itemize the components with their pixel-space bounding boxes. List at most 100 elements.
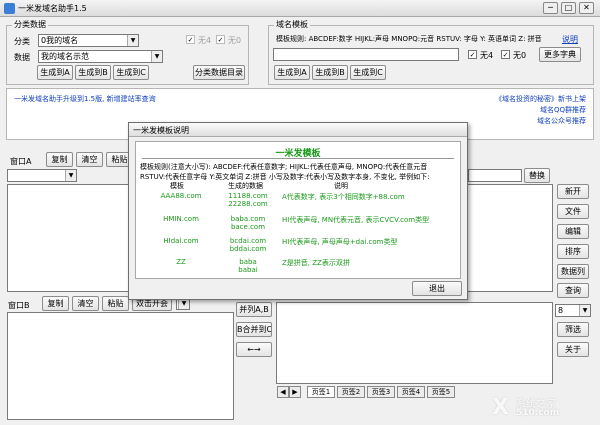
data-column-button[interactable]: 数据列 xyxy=(557,264,589,279)
template-group-label: 域名模板 xyxy=(274,19,310,30)
file-button[interactable]: 文件 xyxy=(557,204,589,219)
window-a-copy-button[interactable]: 复制 xyxy=(46,152,73,167)
row-template: HIdai.com xyxy=(163,237,199,245)
sort-button[interactable]: 排序 xyxy=(557,244,589,259)
news-wechat-link[interactable]: 域名公众号推荐 xyxy=(537,116,586,126)
row-desc: A代表数字, 表示3个相同数字+88.com xyxy=(282,193,405,201)
cat-gen-c-button[interactable]: 生成到C xyxy=(113,65,149,80)
checkbox-none0-tpl-label: 无0 xyxy=(513,51,527,60)
data-label: 数据 xyxy=(14,53,30,62)
merge-ab-button[interactable]: 并列A,B xyxy=(236,302,272,317)
window-b-label: 窗口B xyxy=(8,301,30,310)
checkbox-none0-cat-label: 无0 xyxy=(228,36,242,45)
checkbox-none0-cat[interactable]: ✓ xyxy=(216,35,225,44)
window-title: 一米发域名助手1.5 xyxy=(18,4,87,13)
minimize-button[interactable]: ─ xyxy=(543,2,558,14)
window-a-label: 窗口A xyxy=(10,157,32,166)
dialog-title-bar: 一米发模板说明 xyxy=(129,123,467,137)
tab-prev-button[interactable]: ◀ xyxy=(277,386,289,398)
row-template: HMIN.com xyxy=(163,215,199,223)
dialog-title: 一米发模板说明 xyxy=(133,126,189,135)
tab-4[interactable]: 页签4 xyxy=(397,386,425,398)
row-desc: Z是拼音, ZZ表示双拼 xyxy=(282,259,350,267)
cat-gen-a-button[interactable]: 生成到A xyxy=(37,65,73,80)
data-value: 我的域名示范 xyxy=(41,52,89,61)
category-label: 分类 xyxy=(14,37,30,46)
dialog-divider xyxy=(142,158,454,159)
watermark-x-mark: X xyxy=(492,395,509,420)
category-select[interactable]: 0我的域名 ▼ xyxy=(38,34,139,47)
app-icon xyxy=(4,3,15,14)
watermark-sub: 510.com xyxy=(516,408,560,418)
chevron-down-icon[interactable]: ▼ xyxy=(127,35,138,46)
tab-1[interactable]: 页签1 xyxy=(307,386,335,398)
more-dictionary-button[interactable]: 更多字典 xyxy=(539,47,581,62)
window-b-textarea[interactable] xyxy=(7,312,234,420)
edit-button[interactable]: 编辑 xyxy=(557,224,589,239)
col-generated-header: 生成的数据 xyxy=(228,182,263,190)
news-left-link[interactable]: 一米发域名助手升级到1.5版, 新增建站率查询 xyxy=(14,94,156,104)
checkbox-none4-cat-label: 无4 xyxy=(198,36,212,45)
news-qq-link[interactable]: 域名QQ群推荐 xyxy=(540,105,586,115)
title-bar: 一米发域名助手1.5 ─ □ ✕ xyxy=(0,0,600,17)
row-data2: bace.com xyxy=(230,223,266,231)
template-help-dialog: 一米发模板说明 一米发模板 模板规则(注意大小写): ABCDEF:代表任意数字… xyxy=(128,122,468,300)
tpl-gen-b-button[interactable]: 生成到B xyxy=(312,65,348,80)
row-data2: bddai.com xyxy=(229,245,267,253)
tab-next-button[interactable]: ▶ xyxy=(289,386,301,398)
tab-3[interactable]: 页签3 xyxy=(367,386,395,398)
tpl-gen-a-button[interactable]: 生成到A xyxy=(274,65,310,80)
count-value: 8 xyxy=(558,306,564,315)
cat-gen-b-button[interactable]: 生成到B xyxy=(75,65,111,80)
maximize-button[interactable]: □ xyxy=(561,2,576,14)
checkbox-none0-tpl[interactable]: ✓ xyxy=(501,50,510,59)
row-data1: baba xyxy=(239,258,257,266)
row-desc: HI代表声母, MN代表元音, 表示CVCV.com类型 xyxy=(282,216,430,224)
template-input[interactable] xyxy=(273,48,459,61)
row-data1: bcdai.com xyxy=(229,237,267,245)
about-button[interactable]: 关于 xyxy=(557,342,589,357)
row-data1: 11188.com xyxy=(228,192,268,200)
window-c-lower[interactable] xyxy=(276,302,553,384)
checkbox-none4-tpl[interactable]: ✓ xyxy=(468,50,477,59)
row-template: ZZ xyxy=(176,258,186,266)
filter-button[interactable]: 筛选 xyxy=(557,322,589,337)
tab-5[interactable]: 页签5 xyxy=(427,386,455,398)
category-value: 0我的域名 xyxy=(41,36,79,45)
window-b-clear-button[interactable]: 清空 xyxy=(72,296,99,311)
window-a-clear-button[interactable]: 清空 xyxy=(76,152,103,167)
row-template: AAA88.com xyxy=(160,192,202,200)
query-button[interactable]: 查询 xyxy=(557,283,589,298)
merge-b-into-c-button[interactable]: B合并到C xyxy=(236,322,272,337)
data-select[interactable]: 我的域名示范 ▼ xyxy=(38,50,163,63)
row-desc: HI代表声母, 声母声母+dai.com类型 xyxy=(282,238,398,246)
dialog-rules-line1: 模板规则(注意大小写): ABCDEF:代表任意数字; HIJKL:代表任意声母… xyxy=(140,163,428,171)
checkbox-none4-cat[interactable]: ✓ xyxy=(186,35,195,44)
template-rule-text: 模板规则: ABCDEF:数字 HIJKL:声母 MNOPQ:元音 RSTUV:… xyxy=(276,35,542,43)
category-group-label: 分类数据 xyxy=(12,19,48,30)
row-data2: babai xyxy=(238,266,258,274)
dialog-exit-button[interactable]: 退出 xyxy=(412,281,462,296)
tab-2[interactable]: 页签2 xyxy=(337,386,365,398)
dialog-content: 一米发模板 模板规则(注意大小写): ABCDEF:代表任意数字; HIJKL:… xyxy=(135,141,461,279)
chevron-down-icon[interactable]: ▼ xyxy=(151,51,162,62)
row-data1: baba.com xyxy=(230,215,266,223)
news-book-link[interactable]: 《域名投资的秘密》新书上架 xyxy=(495,94,586,104)
tpl-gen-c-button[interactable]: 生成到C xyxy=(350,65,386,80)
col-template-header: 模板 xyxy=(170,182,184,190)
window-a-filter-select[interactable]: ▼ xyxy=(7,169,77,182)
category-directory-button[interactable]: 分类数据目录 xyxy=(193,65,245,80)
col-desc-header: 说明 xyxy=(334,182,348,190)
replace-button[interactable]: 替换 xyxy=(524,168,550,183)
row-data2: 22288.com xyxy=(228,200,268,208)
chevron-down-icon[interactable]: ▼ xyxy=(65,170,76,181)
replace-input[interactable] xyxy=(468,169,522,182)
window-b-copy-button[interactable]: 复制 xyxy=(42,296,69,311)
close-button[interactable]: ✕ xyxy=(579,2,594,14)
new-button[interactable]: 新开 xyxy=(557,184,589,199)
count-select[interactable]: 8 ▼ xyxy=(555,304,591,317)
template-help-link[interactable]: 说明 xyxy=(562,34,578,45)
swap-button[interactable]: ←→ xyxy=(236,342,272,357)
window-b-paste-button[interactable]: 粘贴 xyxy=(102,296,129,311)
chevron-down-icon[interactable]: ▼ xyxy=(579,305,590,316)
